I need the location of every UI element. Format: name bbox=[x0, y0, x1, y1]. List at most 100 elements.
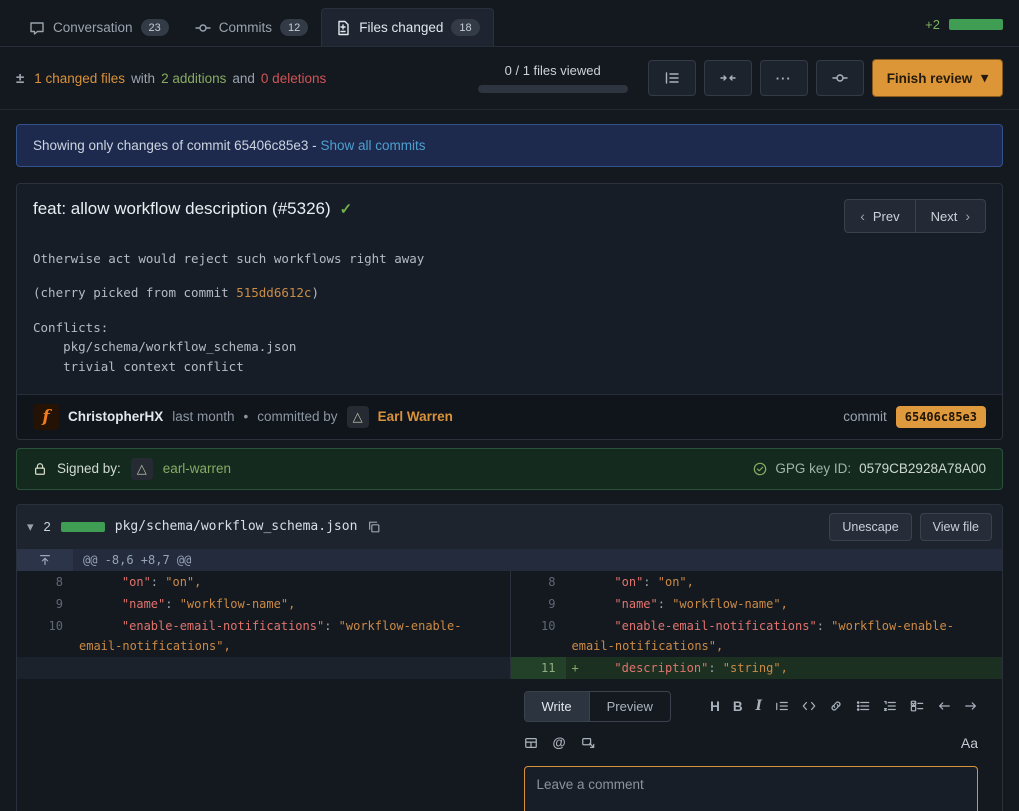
format-icons: H B I bbox=[710, 698, 978, 714]
line-number[interactable]: 10 bbox=[510, 615, 566, 657]
bold-icon[interactable]: B bbox=[733, 699, 743, 714]
line-number[interactable]: 10 bbox=[17, 615, 73, 657]
line-number[interactable]: 11 bbox=[510, 657, 566, 679]
commit-message-line: Conflicts: bbox=[33, 318, 986, 337]
tab-files-changed[interactable]: Files changed 18 bbox=[321, 8, 493, 46]
code-icon[interactable] bbox=[802, 699, 816, 713]
commit-sha-badge[interactable]: 65406c85e3 bbox=[896, 406, 986, 428]
commit-message-line: trivial context conflict bbox=[33, 357, 986, 376]
author-name[interactable]: ChristopherHX bbox=[68, 409, 163, 424]
files-viewed-progressbar bbox=[478, 85, 628, 93]
collapse-file-icon[interactable]: ▾ bbox=[27, 519, 34, 535]
commit-label: commit bbox=[843, 409, 887, 424]
list-ordered-icon[interactable] bbox=[883, 699, 897, 713]
pull-request-files-page: Conversation 23 Commits 12 Files changed… bbox=[0, 0, 1019, 811]
link-icon[interactable] bbox=[829, 699, 843, 713]
line-number bbox=[17, 657, 73, 679]
line-number[interactable]: 8 bbox=[17, 571, 73, 593]
diff-sign: + bbox=[572, 658, 586, 678]
code-line bbox=[73, 657, 510, 679]
ellipsis-icon: ··· bbox=[776, 71, 792, 86]
show-all-commits-link[interactable]: Show all commits bbox=[320, 138, 425, 153]
code-line: "name": "workflow-name", bbox=[566, 593, 1003, 615]
unescape-button[interactable]: Unescape bbox=[829, 513, 911, 541]
chevron-right-icon: › bbox=[965, 208, 970, 224]
file-name[interactable]: pkg/schema/workflow_schema.json bbox=[115, 519, 358, 534]
comment-input[interactable] bbox=[524, 766, 979, 811]
expand-hunk-button[interactable] bbox=[17, 549, 73, 571]
line-number[interactable]: 9 bbox=[510, 593, 566, 615]
code-line: "on": "on", bbox=[566, 571, 1003, 593]
collapse-arrows-icon bbox=[720, 70, 736, 86]
split-diff-grid: 8 "on": "on",8 "on": "on",9 "name": "wor… bbox=[17, 571, 1002, 679]
arrow-right-icon[interactable] bbox=[964, 699, 978, 713]
deletions-text: 0 deletions bbox=[261, 71, 326, 86]
commit-filter-banner: Showing only changes of commit 65406c85e… bbox=[16, 124, 1003, 167]
heading-icon[interactable]: H bbox=[710, 699, 720, 714]
inline-comment-row: Write Preview H B I bbox=[17, 679, 1002, 811]
write-tab[interactable]: Write bbox=[525, 692, 590, 721]
code-line: "enable-email-notifications": "workflow-… bbox=[73, 615, 510, 657]
expand-up-icon bbox=[38, 553, 52, 567]
next-commit-button[interactable]: Next › bbox=[915, 199, 986, 233]
diff-icon: ± bbox=[16, 70, 24, 87]
list-unordered-icon[interactable] bbox=[856, 699, 870, 713]
finish-review-button[interactable]: Finish review ▾ bbox=[872, 59, 1003, 97]
font-size-toggle[interactable]: Aa bbox=[961, 735, 978, 751]
table-icon[interactable] bbox=[524, 736, 538, 750]
tab-commits-count: 12 bbox=[280, 19, 308, 36]
commit-message-line: (cherry picked from commit 515dd6612c) bbox=[33, 283, 986, 302]
committer-avatar[interactable]: △ bbox=[347, 406, 369, 428]
files-viewed-text: 0 / 1 files viewed bbox=[478, 63, 628, 78]
line-number[interactable]: 8 bbox=[510, 571, 566, 593]
gpg-key-value: 0579CB2928A78A00 bbox=[859, 461, 986, 476]
tab-commits[interactable]: Commits 12 bbox=[182, 9, 322, 46]
commits-button[interactable] bbox=[816, 60, 864, 96]
cross-reference-icon[interactable] bbox=[581, 736, 595, 750]
prev-commit-button[interactable]: ‹ Prev bbox=[844, 199, 914, 233]
author-avatar[interactable]: f bbox=[33, 404, 59, 430]
commit-icon bbox=[195, 20, 211, 36]
tab-conversation[interactable]: Conversation 23 bbox=[16, 9, 182, 46]
tab-conversation-label: Conversation bbox=[53, 20, 133, 35]
signer-avatar[interactable]: △ bbox=[131, 458, 153, 480]
commit-icon bbox=[832, 70, 848, 86]
whitespace-toggle-button[interactable] bbox=[704, 60, 752, 96]
inline-comment-form: Write Preview H B I bbox=[510, 679, 1003, 811]
italic-icon[interactable]: I bbox=[756, 698, 762, 714]
signature-strip: Signed by: △ earl-warren GPG key ID: 057… bbox=[16, 448, 1003, 490]
code-line: "on": "on", bbox=[73, 571, 510, 593]
committer-name[interactable]: Earl Warren bbox=[378, 409, 453, 424]
signer-name[interactable]: earl-warren bbox=[163, 461, 231, 476]
arrow-left-icon[interactable] bbox=[937, 699, 951, 713]
more-options-button[interactable]: ··· bbox=[760, 60, 808, 96]
copy-icon[interactable] bbox=[367, 520, 381, 534]
view-file-button[interactable]: View file bbox=[920, 513, 992, 541]
review-toolbar: 0 / 1 files viewed ··· Finish review ▾ bbox=[478, 59, 1003, 97]
commit-card: feat: allow workflow description (#5326)… bbox=[16, 183, 1003, 440]
files-viewed-block: 0 / 1 files viewed bbox=[478, 63, 628, 93]
check-circle-icon bbox=[753, 462, 767, 476]
finish-review-label: Finish review bbox=[887, 71, 973, 86]
diff-summary-bar: ± 1 changed files with 2 additions and 0… bbox=[0, 47, 1019, 110]
ci-success-icon[interactable]: ✓ bbox=[340, 200, 353, 218]
editor-toolbar: Write Preview H B I bbox=[524, 691, 979, 722]
comment-row-left-spacer bbox=[17, 679, 510, 811]
line-number[interactable]: 9 bbox=[17, 593, 73, 615]
cherry-pick-sha-link[interactable]: 515dd6612c bbox=[236, 285, 311, 300]
additions-count: +2 bbox=[925, 17, 940, 32]
mention-icon[interactable]: @ bbox=[553, 735, 566, 750]
preview-tab[interactable]: Preview bbox=[590, 692, 670, 721]
code-line: + "description": "string", bbox=[566, 657, 1003, 679]
quote-icon[interactable] bbox=[775, 699, 789, 713]
commit-time: last month bbox=[172, 409, 234, 424]
commit-message-body: Otherwise act would reject such workflow… bbox=[17, 239, 1002, 394]
tab-conversation-count: 23 bbox=[141, 19, 169, 36]
file-diff-stat-bar bbox=[61, 522, 105, 532]
task-list-icon[interactable] bbox=[910, 699, 924, 713]
commit-pager: ‹ Prev Next › bbox=[844, 199, 986, 233]
hunk-header-text: @@ -8,6 +8,7 @@ bbox=[73, 549, 201, 571]
diff-file-header: ▾ 2 pkg/schema/workflow_schema.json Unes… bbox=[17, 505, 1002, 549]
file-tree-toggle-button[interactable] bbox=[648, 60, 696, 96]
signed-by-label: Signed by: bbox=[57, 461, 121, 476]
